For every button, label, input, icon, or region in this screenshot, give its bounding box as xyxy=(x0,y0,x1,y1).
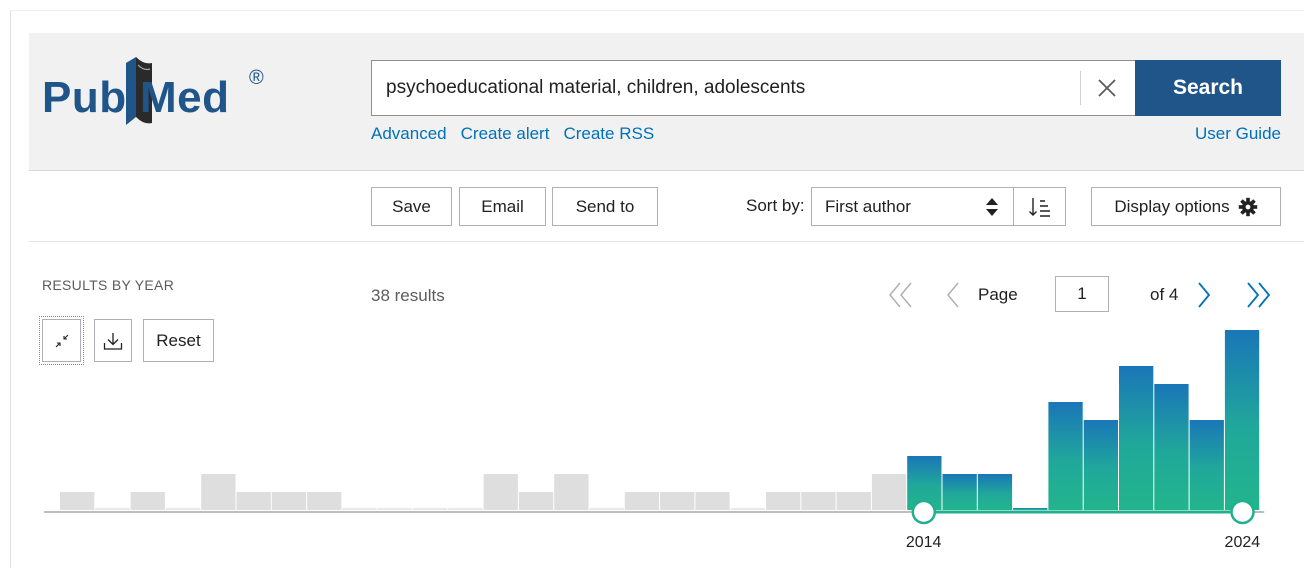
year-bar-1994[interactable] xyxy=(201,474,236,510)
year-bar-2008[interactable] xyxy=(695,492,730,510)
range-end-handle[interactable] xyxy=(1230,499,1255,525)
year-bar-1997[interactable] xyxy=(307,492,342,510)
page-number-input[interactable] xyxy=(1055,276,1109,312)
year-bar-1992[interactable] xyxy=(130,492,165,510)
sort-select[interactable]: First author xyxy=(811,187,1014,226)
year-bar-1993[interactable] xyxy=(165,508,201,510)
year-bar-2004[interactable] xyxy=(554,474,589,510)
page-total: of 4 xyxy=(1150,285,1179,304)
year-bar-2017[interactable] xyxy=(1013,508,1048,510)
year-bar-2023[interactable] xyxy=(1224,330,1260,510)
display-options-button[interactable]: Display options xyxy=(1091,187,1281,226)
sort-value: First author xyxy=(825,196,911,216)
page-label: Page xyxy=(978,285,1018,304)
search-input[interactable] xyxy=(386,61,1076,115)
year-bar-2021[interactable] xyxy=(1154,384,1189,510)
year-bar-2003[interactable] xyxy=(518,492,554,510)
year-bar-2015[interactable] xyxy=(942,474,977,510)
registered-mark: ® xyxy=(249,67,264,89)
frame-border-top xyxy=(10,10,1304,11)
pubmed-logo[interactable]: Pub Med ® xyxy=(42,55,282,135)
select-arrows-icon xyxy=(986,198,998,216)
gear-icon xyxy=(1238,197,1257,216)
range-start-label: 2014 xyxy=(905,534,942,551)
year-bar-2010[interactable] xyxy=(766,492,801,510)
create-rss-link[interactable]: Create RSS xyxy=(563,124,654,143)
year-bar-2001[interactable] xyxy=(448,508,483,510)
year-bar-2020[interactable] xyxy=(1119,366,1154,510)
year-bar-2012[interactable] xyxy=(836,492,871,510)
last-page-icon[interactable] xyxy=(1241,280,1273,310)
search-options-links: Advanced Create alert Create RSS xyxy=(371,124,668,144)
close-icon xyxy=(1098,79,1116,97)
sort-label: Sort by: xyxy=(746,196,805,215)
next-page-icon[interactable] xyxy=(1193,280,1217,310)
logo-text-med: Med xyxy=(140,73,230,122)
sort-order-button[interactable] xyxy=(1013,187,1066,226)
send-to-button[interactable]: Send to xyxy=(552,187,658,226)
year-bar-1991[interactable] xyxy=(95,508,130,510)
results-count: 38 results xyxy=(371,286,445,305)
year-bar-2000[interactable] xyxy=(413,508,448,510)
year-bar-1995[interactable] xyxy=(236,492,271,510)
year-bar-1996[interactable] xyxy=(271,492,307,510)
toolbar-divider xyxy=(29,241,1304,242)
logo-text-pub: Pub xyxy=(42,73,127,122)
year-bar-2009[interactable] xyxy=(730,508,765,510)
results-by-year-chart[interactable] xyxy=(44,320,1284,560)
year-bar-2002[interactable] xyxy=(483,474,518,510)
first-page-icon[interactable] xyxy=(886,280,918,310)
sort-descending-icon xyxy=(1028,197,1050,217)
year-bar-2005[interactable] xyxy=(589,508,624,510)
previous-page-icon[interactable] xyxy=(940,280,964,310)
year-bar-2016[interactable] xyxy=(977,474,1013,510)
year-bar-2006[interactable] xyxy=(624,492,660,510)
range-start-handle[interactable] xyxy=(911,499,937,525)
range-end-label: 2024 xyxy=(1224,534,1261,551)
search-box xyxy=(371,60,1135,116)
year-bar-2013[interactable] xyxy=(871,474,907,510)
display-options-label: Display options xyxy=(1114,196,1230,216)
create-alert-link[interactable]: Create alert xyxy=(461,124,550,143)
year-bar-2019[interactable] xyxy=(1083,420,1118,510)
user-guide-link[interactable]: User Guide xyxy=(1195,124,1281,144)
year-bar-2018[interactable] xyxy=(1048,402,1083,510)
year-bar-1999[interactable] xyxy=(377,508,412,510)
email-button[interactable]: Email xyxy=(459,187,546,226)
frame-border-left xyxy=(10,10,11,568)
search-button[interactable]: Search xyxy=(1135,60,1281,116)
year-bar-2007[interactable] xyxy=(660,492,695,510)
year-bar-2011[interactable] xyxy=(801,492,836,510)
search-divider xyxy=(1080,71,1081,105)
results-by-year-heading: RESULTS BY YEAR xyxy=(42,277,175,293)
year-bar-1990[interactable] xyxy=(60,492,95,510)
year-bar-1998[interactable] xyxy=(342,508,377,510)
clear-search-button[interactable] xyxy=(1090,71,1124,105)
save-button[interactable]: Save xyxy=(371,187,452,226)
year-bar-2022[interactable] xyxy=(1189,420,1224,510)
advanced-link[interactable]: Advanced xyxy=(371,124,447,143)
